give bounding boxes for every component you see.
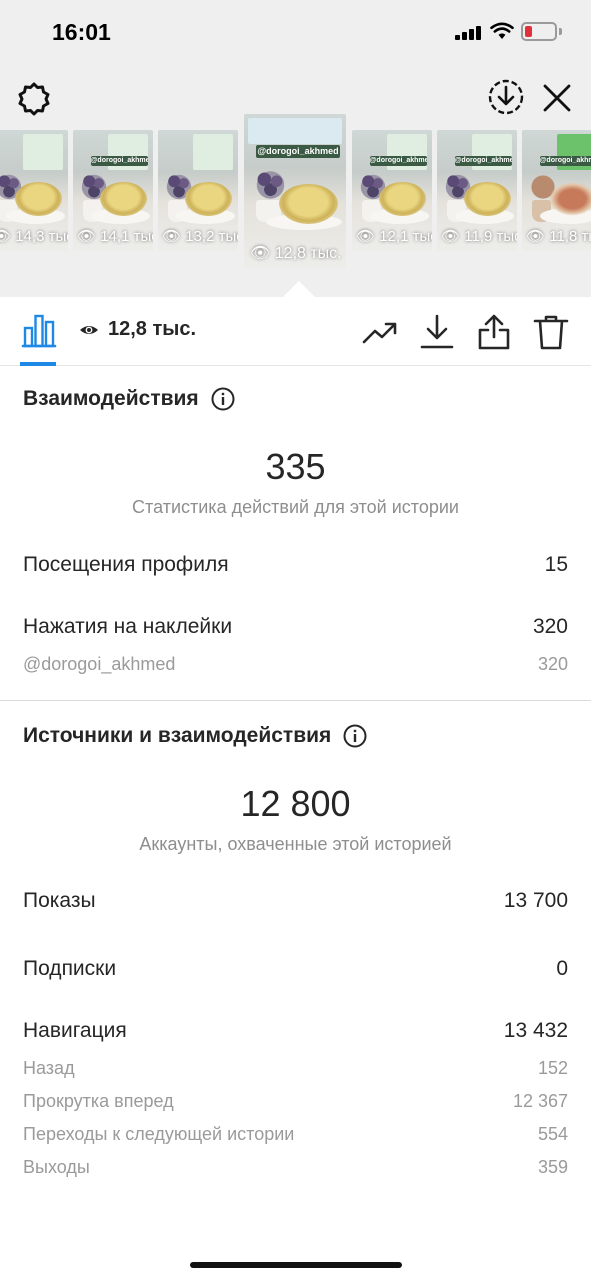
selected-story-pointer — [283, 281, 315, 297]
story-view-count: 👁︎ 11,8 тыс. — [526, 228, 591, 245]
close-button[interactable] — [539, 80, 575, 116]
navigation-value: 152 — [537, 1058, 568, 1078]
share-icon — [478, 314, 510, 350]
sticker-value: 320 — [537, 654, 568, 674]
promote-button[interactable] — [361, 313, 399, 351]
story-thumbnail[interactable]: @dorogoi_akhmed 👁︎ 11,8 тыс. — [522, 130, 591, 251]
save-story-button[interactable] — [486, 77, 526, 117]
active-tab-indicator — [20, 362, 56, 366]
story-viewer-header: 16:01 👁︎ 14,3 тыс. @dorogoi_akhmed — [0, 0, 591, 297]
metric-row: Посещения профиля 15 — [23, 553, 568, 577]
metric-label: Навигация — [23, 1019, 127, 1042]
delete-button[interactable] — [532, 313, 570, 351]
story-thumbnail[interactable]: @dorogoi_akhmed 👁︎ 12,1 тыс. — [352, 130, 432, 251]
navigation-row: Прокрутка вперед 12 367 — [23, 1091, 568, 1112]
metric-row: Нажатия на наклейки 320 — [23, 615, 568, 639]
interactions-title: Взаимодействия — [23, 387, 199, 410]
section-divider — [0, 700, 591, 701]
views-count: 12,8 тыс. — [108, 318, 197, 340]
metric-label: Посещения профиля — [23, 553, 229, 576]
metric-label: Показы — [23, 889, 96, 912]
download-button[interactable] — [418, 313, 456, 351]
accounts-reached-subtitle: Аккаунты, охваченные этой историей — [139, 834, 452, 854]
sticker-label: @dorogoi_akhmed — [23, 654, 176, 674]
navigation-label: Назад — [23, 1058, 75, 1078]
interactions-subtitle: Статистика действий для этой истории — [132, 497, 459, 517]
sticker-tag: @dorogoi_akhmed — [369, 156, 428, 166]
insights-toolbar: 12,8 тыс. — [0, 297, 591, 366]
story-view-count: 👁︎ 12,8 тыс. — [250, 245, 342, 262]
story-view-count: 👁︎ 13,2 тыс. — [162, 228, 238, 245]
story-view-count: 👁︎ 12,1 тыс. — [356, 228, 432, 245]
metric-value: 13 700 — [503, 889, 568, 912]
story-view-count: 👁︎ 14,3 тыс. — [0, 228, 68, 245]
story-view-count: 👁︎ 11,9 тыс. — [441, 228, 517, 245]
navigation-value: 12 367 — [512, 1091, 568, 1111]
wifi-icon — [490, 22, 514, 39]
metric-value: 13 432 — [503, 1019, 568, 1042]
trending-icon — [362, 322, 397, 344]
home-indicator[interactable] — [190, 1262, 402, 1268]
story-thumbnail[interactable]: 👁︎ 13,2 тыс. — [158, 130, 238, 251]
navigation-label: Переходы к следующей истории — [23, 1124, 295, 1144]
sticker-tag: @dorogoi_akhmed — [90, 156, 149, 166]
navigation-row: Выходы 359 — [23, 1157, 568, 1178]
navigation-value: 359 — [537, 1157, 568, 1177]
navigation-label: Выходы — [23, 1157, 90, 1177]
eye-icon — [80, 326, 98, 334]
discovery-title: Источники и взаимодействия — [23, 724, 332, 747]
interactions-section-title: Взаимодействия — [23, 387, 235, 411]
info-icon[interactable] — [211, 387, 235, 411]
story-view-count: 👁︎ 14,1 тыс. — [77, 228, 153, 245]
navigation-label: Прокрутка вперед — [23, 1091, 174, 1111]
navigation-row: Переходы к следующей истории 554 — [23, 1124, 568, 1145]
sticker-tag: @dorogoi_akhmed — [256, 145, 340, 158]
discovery-section-title: Источники и взаимодействия — [23, 724, 367, 748]
story-thumbnail[interactable]: @dorogoi_akhmed 👁︎ 14,1 тыс. — [73, 130, 153, 251]
tab-statistics[interactable] — [20, 312, 58, 348]
sticker-metric-row: @dorogoi_akhmed 320 — [23, 654, 568, 675]
settings-icon — [18, 82, 50, 116]
battery-tip — [559, 28, 562, 35]
close-icon — [543, 84, 571, 112]
metric-value: 15 — [544, 553, 568, 576]
settings-button[interactable] — [14, 79, 54, 119]
story-thumbnail-strip[interactable]: 👁︎ 14,3 тыс. @dorogoi_akhmed 👁︎ 14,1 тыс… — [0, 114, 591, 270]
metric-label: Подписки — [23, 957, 117, 980]
sticker-tag: @dorogoi_akhmed — [539, 156, 591, 166]
metric-row: Подписки 0 — [23, 957, 568, 981]
download-circle-icon — [488, 79, 524, 115]
metric-label: Нажатия на наклейки — [23, 615, 233, 638]
bar-chart-icon — [21, 314, 57, 348]
navigation-value: 554 — [537, 1124, 568, 1144]
story-thumbnail[interactable]: 👁︎ 14,3 тыс. — [0, 130, 68, 251]
interactions-total: 335 — [265, 446, 326, 487]
status-time: 16:01 — [52, 19, 111, 45]
trash-icon — [533, 315, 569, 350]
metric-value: 0 — [556, 957, 568, 980]
metric-row: Показы 13 700 — [23, 889, 568, 913]
download-icon — [420, 314, 454, 349]
sticker-tag: @dorogoi_akhmed — [454, 156, 513, 166]
metric-value: 320 — [532, 615, 568, 638]
accounts-reached-total: 12 800 — [240, 783, 351, 824]
metric-row: Навигация 13 432 — [23, 1019, 568, 1043]
story-thumbnail-selected[interactable]: @dorogoi_akhmed 👁︎ 12,8 тыс. — [244, 114, 346, 268]
share-button[interactable] — [475, 313, 513, 351]
info-icon[interactable] — [343, 724, 367, 748]
battery-icon — [521, 22, 557, 41]
cellular-signal-icon — [455, 26, 481, 40]
story-thumbnail[interactable]: @dorogoi_akhmed 👁︎ 11,9 тыс. — [437, 130, 517, 251]
navigation-row: Назад 152 — [23, 1058, 568, 1079]
